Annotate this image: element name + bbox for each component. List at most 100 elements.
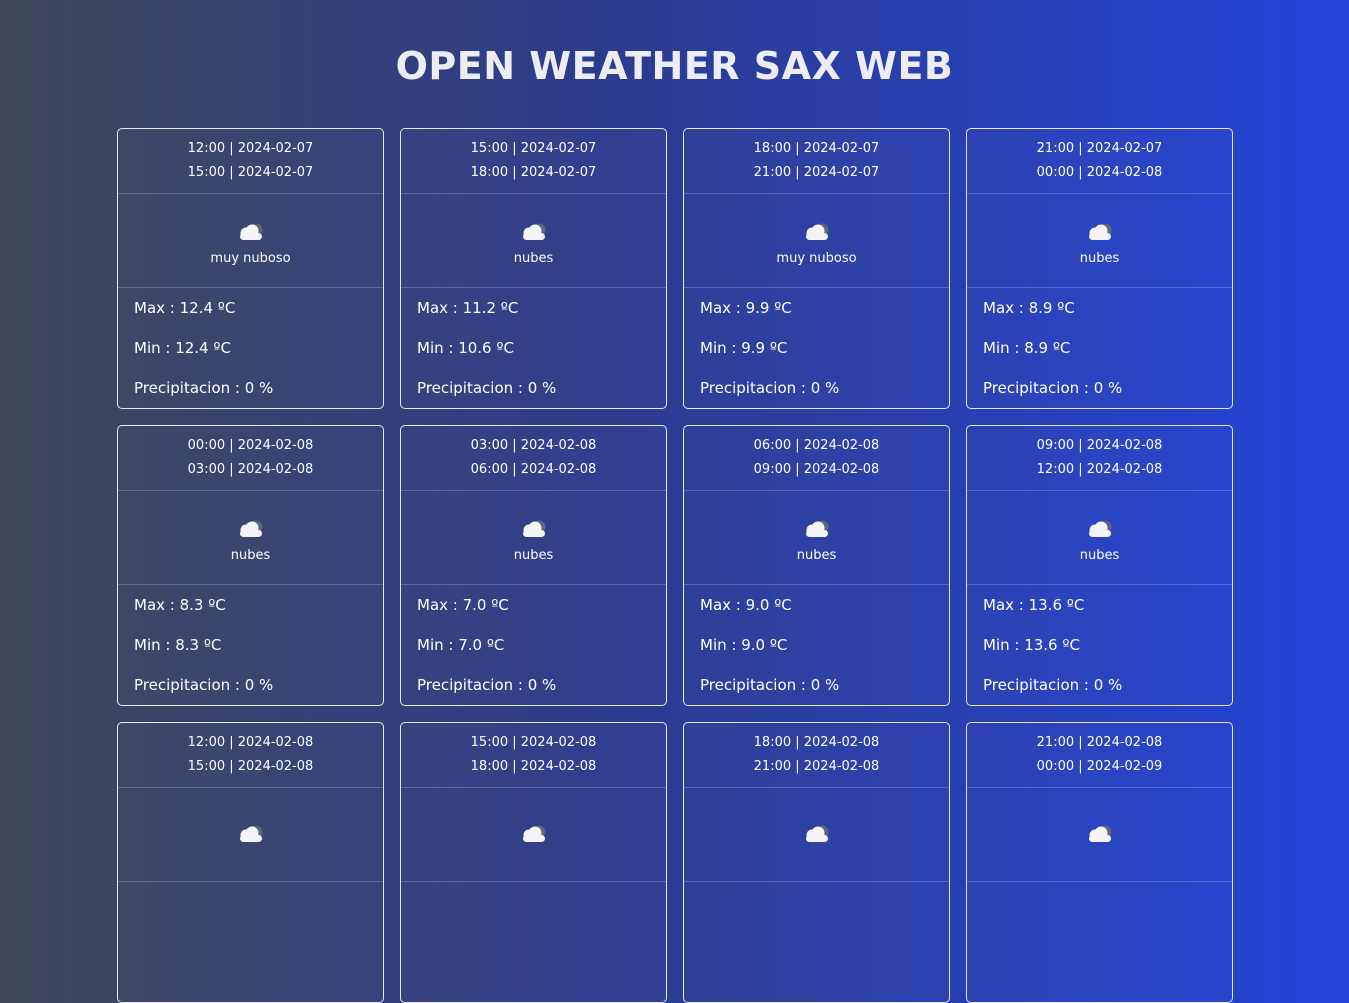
precipitation <box>417 962 650 1002</box>
cloud-icon <box>1088 825 1111 842</box>
weather-description: nubes <box>1079 548 1120 563</box>
forecast-grid: 12:00 | 2024-02-07 15:00 | 2024-02-07 mu… <box>117 128 1233 1003</box>
forecast-card: 21:00 | 2024-02-07 00:00 | 2024-02-08 nu… <box>966 128 1233 409</box>
card-time-range: 18:00 | 2024-02-07 21:00 | 2024-02-07 <box>684 129 949 194</box>
card-stats: Max : 13.6 ºC Min : 13.6 ºC Precipitacio… <box>967 585 1232 705</box>
card-stats <box>118 882 383 1002</box>
card-time-range: 21:00 | 2024-02-08 00:00 | 2024-02-09 <box>967 723 1232 788</box>
cloud-icon <box>239 223 262 240</box>
precipitation: Precipitacion : 0 % <box>134 379 274 397</box>
card-condition <box>967 788 1232 882</box>
precipitation <box>134 962 367 1002</box>
card-stats: Max : 11.2 ºC Min : 10.6 ºC Precipitacio… <box>401 288 666 408</box>
min-temp: Min : 7.0 ºC <box>417 636 505 654</box>
precipitation: Precipitacion : 0 % <box>700 676 840 694</box>
max-temp <box>134 882 367 922</box>
max-temp <box>700 882 933 922</box>
time-from: 06:00 | 2024-02-08 <box>753 438 880 453</box>
card-condition: nubes <box>684 491 949 585</box>
forecast-card: 09:00 | 2024-02-08 12:00 | 2024-02-08 nu… <box>966 425 1233 706</box>
forecast-card: 15:00 | 2024-02-07 18:00 | 2024-02-07 nu… <box>400 128 667 409</box>
card-condition: nubes <box>118 491 383 585</box>
card-time-range: 06:00 | 2024-02-08 09:00 | 2024-02-08 <box>684 426 949 491</box>
max-temp: Max : 9.9 ºC <box>700 299 792 317</box>
max-temp: Max : 9.0 ºC <box>700 596 792 614</box>
max-temp: Max : 11.2 ºC <box>417 299 519 317</box>
forecast-card: 21:00 | 2024-02-08 00:00 | 2024-02-09 <box>966 722 1233 1003</box>
card-condition: nubes <box>967 194 1232 288</box>
time-from: 15:00 | 2024-02-08 <box>470 735 597 750</box>
card-time-range: 18:00 | 2024-02-08 21:00 | 2024-02-08 <box>684 723 949 788</box>
precipitation: Precipitacion : 0 % <box>134 676 274 694</box>
forecast-card: 15:00 | 2024-02-08 18:00 | 2024-02-08 <box>400 722 667 1003</box>
weather-description: nubes <box>513 548 554 563</box>
weather-description: nubes <box>1079 251 1120 266</box>
time-from: 00:00 | 2024-02-08 <box>187 438 314 453</box>
time-to: 18:00 | 2024-02-08 <box>470 759 597 774</box>
card-stats <box>401 882 666 1002</box>
cloud-icon <box>805 520 828 537</box>
card-time-range: 15:00 | 2024-02-08 18:00 | 2024-02-08 <box>401 723 666 788</box>
precipitation: Precipitacion : 0 % <box>983 379 1123 397</box>
cloud-icon <box>805 223 828 240</box>
time-from: 18:00 | 2024-02-07 <box>753 141 880 156</box>
page-title: OPEN WEATHER SAX WEB <box>395 44 954 88</box>
cloud-icon <box>239 825 262 842</box>
time-to: 03:00 | 2024-02-08 <box>187 462 314 477</box>
max-temp: Max : 7.0 ºC <box>417 596 509 614</box>
weather-description: nubes <box>230 548 271 563</box>
forecast-card: 18:00 | 2024-02-07 21:00 | 2024-02-07 mu… <box>683 128 950 409</box>
time-from: 09:00 | 2024-02-08 <box>1036 438 1163 453</box>
max-temp: Max : 8.3 ºC <box>134 596 226 614</box>
card-time-range: 03:00 | 2024-02-08 06:00 | 2024-02-08 <box>401 426 666 491</box>
card-stats: Max : 8.9 ºC Min : 8.9 ºC Precipitacion … <box>967 288 1232 408</box>
forecast-card: 06:00 | 2024-02-08 09:00 | 2024-02-08 nu… <box>683 425 950 706</box>
forecast-card: 00:00 | 2024-02-08 03:00 | 2024-02-08 nu… <box>117 425 384 706</box>
cloud-icon <box>805 825 828 842</box>
min-temp <box>417 922 650 962</box>
precipitation <box>700 962 933 1002</box>
min-temp: Min : 13.6 ºC <box>983 636 1080 654</box>
time-from: 03:00 | 2024-02-08 <box>470 438 597 453</box>
cloud-icon <box>522 825 545 842</box>
card-condition <box>684 788 949 882</box>
card-condition: nubes <box>967 491 1232 585</box>
card-condition <box>401 788 666 882</box>
card-condition <box>118 788 383 882</box>
min-temp <box>983 922 1216 962</box>
weather-description: muy nuboso <box>776 251 857 266</box>
time-to: 00:00 | 2024-02-08 <box>1036 165 1163 180</box>
card-time-range: 12:00 | 2024-02-07 15:00 | 2024-02-07 <box>118 129 383 194</box>
time-to: 15:00 | 2024-02-08 <box>187 759 314 774</box>
card-time-range: 12:00 | 2024-02-08 15:00 | 2024-02-08 <box>118 723 383 788</box>
card-condition: muy nuboso <box>118 194 383 288</box>
card-time-range: 09:00 | 2024-02-08 12:00 | 2024-02-08 <box>967 426 1232 491</box>
min-temp: Min : 12.4 ºC <box>134 339 231 357</box>
weather-description: nubes <box>513 251 554 266</box>
time-from: 12:00 | 2024-02-07 <box>187 141 314 156</box>
card-stats <box>684 882 949 1002</box>
min-temp: Min : 9.0 ºC <box>700 636 788 654</box>
card-stats: Max : 7.0 ºC Min : 7.0 ºC Precipitacion … <box>401 585 666 705</box>
cloud-icon <box>522 520 545 537</box>
precipitation <box>983 962 1216 1002</box>
time-from: 12:00 | 2024-02-08 <box>187 735 314 750</box>
time-to: 18:00 | 2024-02-07 <box>470 165 597 180</box>
card-stats: Max : 8.3 ºC Min : 8.3 ºC Precipitacion … <box>118 585 383 705</box>
cloud-icon <box>239 520 262 537</box>
max-temp <box>417 882 650 922</box>
time-to: 00:00 | 2024-02-09 <box>1036 759 1163 774</box>
time-to: 15:00 | 2024-02-07 <box>187 165 314 180</box>
min-temp: Min : 8.3 ºC <box>134 636 222 654</box>
forecast-card: 12:00 | 2024-02-08 15:00 | 2024-02-08 <box>117 722 384 1003</box>
forecast-card: 12:00 | 2024-02-07 15:00 | 2024-02-07 mu… <box>117 128 384 409</box>
time-to: 21:00 | 2024-02-08 <box>753 759 880 774</box>
min-temp: Min : 9.9 ºC <box>700 339 788 357</box>
max-temp <box>983 882 1216 922</box>
card-condition: muy nuboso <box>684 194 949 288</box>
time-from: 21:00 | 2024-02-08 <box>1036 735 1163 750</box>
time-to: 06:00 | 2024-02-08 <box>470 462 597 477</box>
time-from: 18:00 | 2024-02-08 <box>753 735 880 750</box>
cloud-icon <box>1088 223 1111 240</box>
card-time-range: 15:00 | 2024-02-07 18:00 | 2024-02-07 <box>401 129 666 194</box>
